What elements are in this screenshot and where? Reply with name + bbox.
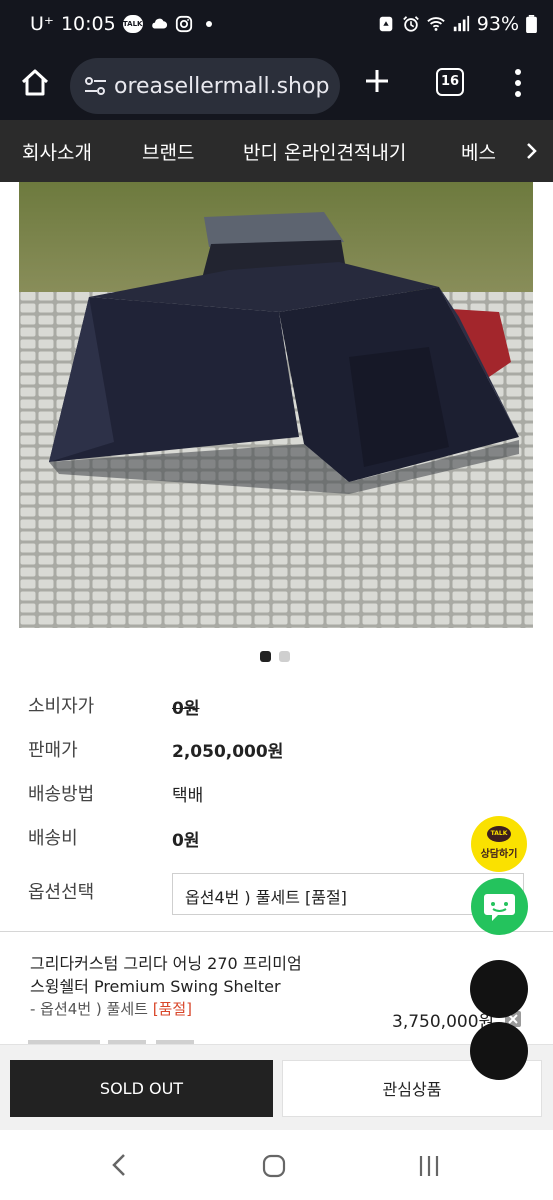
- status-bar: U⁺ 10:05 TALK 93%: [0, 0, 553, 52]
- signal-icon: [453, 15, 469, 32]
- selected-option-name: - 옵션4번 ) 풀세트: [30, 1000, 153, 1018]
- new-tab-plus-icon[interactable]: [360, 64, 394, 98]
- kakaotalk-notification-icon: TALK: [122, 15, 143, 33]
- more-notifications-dot: [205, 21, 212, 27]
- sale-price-value: 2,050,000원: [172, 742, 284, 762]
- shipping-fee-label: 배송비: [28, 828, 78, 849]
- kakao-consult-label: 상담하기: [480, 849, 518, 860]
- shipping-method-value: 택배: [172, 786, 204, 806]
- home-icon[interactable]: [18, 66, 52, 100]
- nav-item-best[interactable]: 베스: [461, 138, 496, 165]
- option-select-label: 옵션선택: [28, 882, 95, 903]
- shipping-method-label: 배송방법: [28, 784, 95, 805]
- chat-button[interactable]: [471, 878, 528, 935]
- scroll-down-button[interactable]: [470, 1022, 528, 1080]
- wifi-icon: [427, 17, 445, 31]
- selected-product-title-line2: 스윙쉘터 Premium Swing Shelter: [30, 977, 281, 996]
- consumer-price-label: 소비자가: [28, 696, 95, 717]
- battery-icon: [526, 15, 537, 33]
- scroll-up-button[interactable]: [470, 960, 528, 1018]
- option-selected-value: 옵션4번 ) 풀세트 [품절]: [185, 888, 347, 907]
- nav-item-company[interactable]: 회사소개: [22, 138, 92, 165]
- chat-bubble-icon: [484, 894, 515, 921]
- cloud-icon: [151, 18, 167, 29]
- carrier-label: U⁺: [30, 13, 54, 35]
- back-icon[interactable]: [108, 1152, 132, 1178]
- kakaotalk-icon: TALK: [487, 826, 511, 842]
- address-bar[interactable]: oreasellermall.shop: [70, 58, 340, 114]
- clock: 10:05: [60, 13, 116, 35]
- product-image[interactable]: [19, 182, 533, 628]
- recent-apps-icon[interactable]: [417, 1154, 441, 1178]
- alarm-icon: [402, 16, 419, 32]
- site-settings-icon[interactable]: [82, 75, 112, 97]
- browser-toolbar: oreasellermall.shop 16: [0, 52, 553, 120]
- kakao-consult-button[interactable]: TALK 상담하기: [471, 816, 527, 872]
- shipping-fee-value: 0원: [172, 831, 200, 851]
- selected-product-title: 그리다커스텀 그리다 어닝 270 프리미엄 스윙쉘터 Premium Swin…: [30, 952, 340, 998]
- tab-switcher-button[interactable]: 16: [436, 68, 464, 96]
- slide-dot-1[interactable]: [260, 651, 271, 662]
- soldout-tag: [품절]: [152, 1000, 192, 1018]
- lock-badge-icon: [379, 16, 393, 32]
- battery-percent: 93%: [476, 13, 519, 35]
- system-navigation-bar: [0, 1130, 553, 1200]
- category-nav: 회사소개 브랜드 반디 온라인견적내기 베스: [0, 120, 553, 182]
- consumer-price-value: 0원: [172, 699, 200, 719]
- slide-dot-2[interactable]: [279, 651, 290, 662]
- nav-item-brand[interactable]: 브랜드: [142, 138, 194, 165]
- selected-option: - 옵션4번 ) 풀세트 [품절]: [30, 998, 192, 1019]
- slide-indicator: [260, 651, 290, 662]
- sold-out-button[interactable]: SOLD OUT: [10, 1060, 273, 1117]
- chevron-right-icon[interactable]: [519, 138, 545, 164]
- more-vert-icon[interactable]: [508, 66, 528, 100]
- url-text[interactable]: oreasellermall.shop: [114, 74, 329, 99]
- nav-item-online-quote[interactable]: 반디 온라인견적내기: [243, 138, 406, 165]
- instagram-icon: [175, 15, 192, 33]
- home-circle-icon[interactable]: [262, 1154, 286, 1178]
- selected-product-title-line1: 그리다커스텀 그리다 어닝 270 프리미엄: [30, 954, 302, 973]
- sale-price-label: 판매가: [28, 740, 78, 761]
